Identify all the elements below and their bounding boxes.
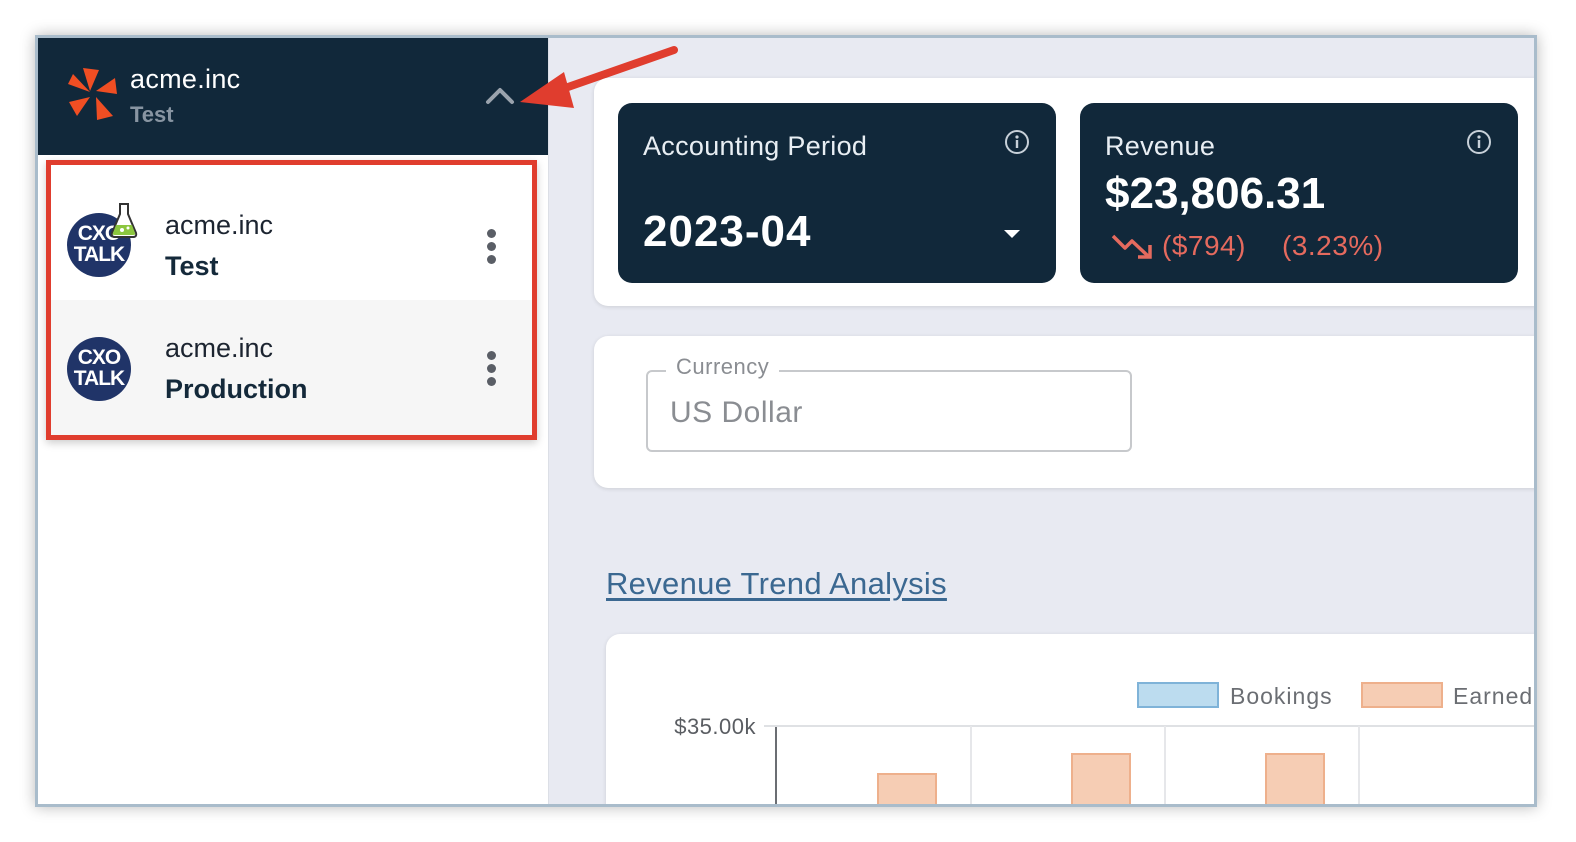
org-logo-icon	[68, 68, 117, 120]
revenue-delta-percent: (3.23%)	[1282, 230, 1384, 261]
org-environment: Test	[130, 102, 174, 127]
revenue-trend-link[interactable]: Revenue Trend Analysis	[606, 566, 947, 602]
revenue-trend-chart: Bookings Earned $35.00k	[606, 634, 1534, 807]
info-icon[interactable]	[1004, 129, 1030, 155]
bar-earned[interactable]	[1265, 753, 1325, 807]
legend-label-earned[interactable]: Earned	[1453, 683, 1533, 709]
revenue-delta: ($794)	[1162, 230, 1246, 261]
revenue-value: $23,806.31	[1105, 169, 1326, 218]
currency-select[interactable]: Currency US Dollar	[646, 354, 1132, 452]
workspace-item-production[interactable]: CXO TALK acme.inc Production	[51, 300, 532, 435]
logo-line-1: CXO	[77, 346, 122, 369]
accounting-period-value: 2023-04	[643, 207, 812, 256]
kpi-card-row: Accounting Period 2023-04 Revenue $23,80…	[594, 78, 1534, 306]
legend-swatch-bookings[interactable]	[1137, 682, 1219, 708]
cxo-talk-logo: CXO TALK	[67, 337, 131, 401]
legend-label-bookings[interactable]: Bookings	[1230, 683, 1333, 709]
flask-icon	[110, 203, 138, 238]
workspace-environment: Production	[165, 374, 308, 404]
revenue-card: Revenue $23,806.31 ($794) (3.23%)	[1080, 103, 1518, 283]
bar-earned[interactable]	[877, 773, 937, 807]
accounting-period-title: Accounting Period	[643, 131, 868, 161]
revenue-title: Revenue	[1105, 131, 1216, 161]
workspace-name: acme.inc	[165, 333, 274, 363]
bar-earned[interactable]	[1071, 753, 1131, 807]
info-icon[interactable]	[1466, 129, 1492, 155]
trending-down-icon	[1111, 234, 1152, 259]
sidebar: acme.inc Test CXO TALK acme.inc Test CXO…	[38, 38, 549, 804]
app-window: acme.inc Test CXO TALK acme.inc Test CXO…	[35, 35, 1537, 807]
currency-value: US Dollar	[670, 396, 803, 429]
workspace-item-test[interactable]: CXO TALK acme.inc Test	[51, 165, 532, 300]
org-switcher[interactable]: acme.inc Test	[38, 38, 548, 155]
currency-label: Currency	[666, 354, 780, 380]
logo-line-2: TALK	[73, 367, 125, 390]
more-vert-icon[interactable]	[485, 229, 497, 265]
y-tick-label: $35.00k	[674, 714, 756, 739]
org-name: acme.inc	[130, 64, 241, 94]
legend-swatch-earned[interactable]	[1361, 682, 1443, 708]
accounting-period-card[interactable]: Accounting Period 2023-04	[618, 103, 1056, 283]
workspace-environment: Test	[165, 251, 219, 281]
currency-card: Currency US Dollar	[594, 336, 1534, 488]
workspace-name: acme.inc	[165, 210, 274, 240]
chart-svg: Bookings Earned $35.00k	[674, 682, 1534, 807]
more-vert-icon[interactable]	[485, 351, 497, 387]
logo-line-2: TALK	[73, 243, 125, 266]
dropdown-arrow-icon[interactable]	[1004, 230, 1020, 238]
workspace-dropdown: CXO TALK acme.inc Test CXO TALK acme.inc…	[46, 160, 537, 440]
